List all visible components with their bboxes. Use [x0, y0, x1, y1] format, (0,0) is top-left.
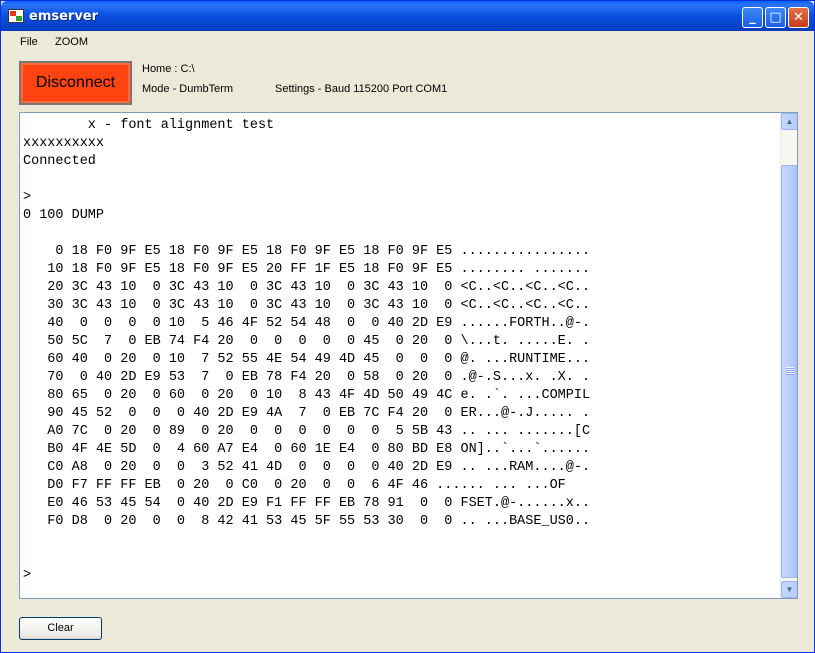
- scroll-up-icon[interactable]: ▲: [781, 113, 797, 130]
- mode-label: Mode - DumbTerm: [142, 83, 234, 95]
- home-path-label: Home : C:\: [142, 63, 195, 75]
- maximize-button[interactable]: □: [765, 7, 786, 28]
- grip-icon: [786, 367, 794, 375]
- close-button[interactable]: ✕: [788, 7, 809, 28]
- terminal-output[interactable]: x - font alignment test xxxxxxxxxx Conne…: [19, 112, 798, 599]
- menu-bar: File ZOOM: [1, 31, 814, 53]
- app-window: emserver _ □ ✕ File ZOOM Disconnect Home…: [0, 0, 815, 653]
- settings-label: Settings - Baud 115200 Port COM1: [275, 83, 448, 95]
- terminal-text: x - font alignment test xxxxxxxxxx Conne…: [23, 118, 591, 583]
- scroll-thumb[interactable]: [781, 165, 797, 578]
- vertical-scrollbar[interactable]: ▲ ▼: [780, 113, 797, 598]
- window-title: emserver: [29, 9, 99, 24]
- clear-button[interactable]: Clear: [19, 617, 102, 640]
- app-icon[interactable]: [8, 9, 24, 23]
- scroll-down-icon[interactable]: ▼: [781, 581, 797, 598]
- menu-zoom[interactable]: ZOOM: [55, 36, 88, 48]
- title-bar[interactable]: emserver _ □ ✕: [1, 1, 814, 31]
- minimize-button[interactable]: _: [742, 7, 763, 28]
- menu-file[interactable]: File: [20, 36, 38, 48]
- disconnect-button[interactable]: Disconnect: [19, 61, 132, 105]
